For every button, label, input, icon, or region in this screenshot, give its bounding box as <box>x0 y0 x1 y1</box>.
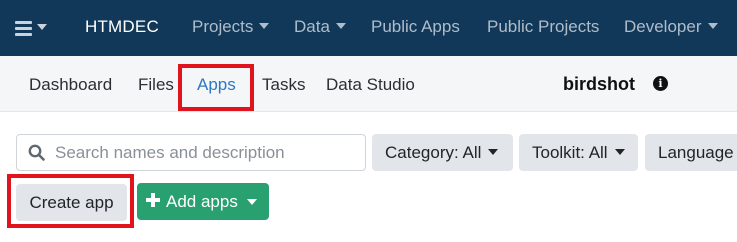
search-field[interactable] <box>16 134 366 171</box>
menu-caret-icon[interactable] <box>37 24 47 30</box>
tab-dashboard[interactable]: Dashboard <box>29 75 112 95</box>
tab-data-studio[interactable]: Data Studio <box>326 75 415 95</box>
category-filter-label: Category: All <box>385 143 482 162</box>
category-filter-button[interactable]: Category: All <box>372 134 513 171</box>
chevron-down-icon <box>259 23 270 29</box>
search-input[interactable] <box>55 140 355 166</box>
apps-tab-highlight <box>178 64 254 111</box>
search-icon <box>28 144 45 161</box>
nav-projects-label: Projects <box>192 17 254 36</box>
hamburger-icon[interactable] <box>15 19 34 36</box>
nav-public-apps[interactable]: Public Apps <box>371 17 460 37</box>
tab-files[interactable]: Files <box>138 75 174 95</box>
toolkit-filter-label: Toolkit: All <box>532 143 608 162</box>
tab-tasks[interactable]: Tasks <box>262 75 305 95</box>
nav-public-projects-label: Public Projects <box>487 17 600 36</box>
language-filter-button[interactable]: Language <box>645 134 737 171</box>
chevron-down-icon <box>247 199 257 205</box>
add-apps-button[interactable]: Add apps <box>137 183 269 220</box>
add-apps-label: Add apps <box>166 192 238 211</box>
nav-data[interactable]: Data <box>294 17 346 37</box>
nav-developer-label: Developer <box>624 17 702 36</box>
project-title: birdshot <box>563 74 635 94</box>
nav-data-label: Data <box>294 17 330 36</box>
chevron-down-icon <box>707 23 718 29</box>
nav-developer[interactable]: Developer <box>624 17 718 37</box>
chevron-down-icon <box>614 149 625 155</box>
project-subnav: Dashboard Files Apps Tasks Data Studio b… <box>0 56 737 112</box>
chevron-down-icon <box>335 23 346 29</box>
plus-icon <box>146 193 160 207</box>
top-navbar: HTMDEC Projects Data Public Apps Public … <box>0 0 737 56</box>
info-icon[interactable]: i <box>653 76 668 91</box>
nav-public-projects[interactable]: Public Projects <box>487 17 599 37</box>
language-filter-label: Language <box>658 143 734 162</box>
nav-projects[interactable]: Projects <box>192 17 270 37</box>
toolkit-filter-button[interactable]: Toolkit: All <box>519 134 638 171</box>
chevron-down-icon <box>488 149 499 155</box>
create-app-highlight <box>7 174 134 228</box>
nav-public-apps-label: Public Apps <box>371 17 460 36</box>
brand-link[interactable]: HTMDEC <box>85 17 159 37</box>
